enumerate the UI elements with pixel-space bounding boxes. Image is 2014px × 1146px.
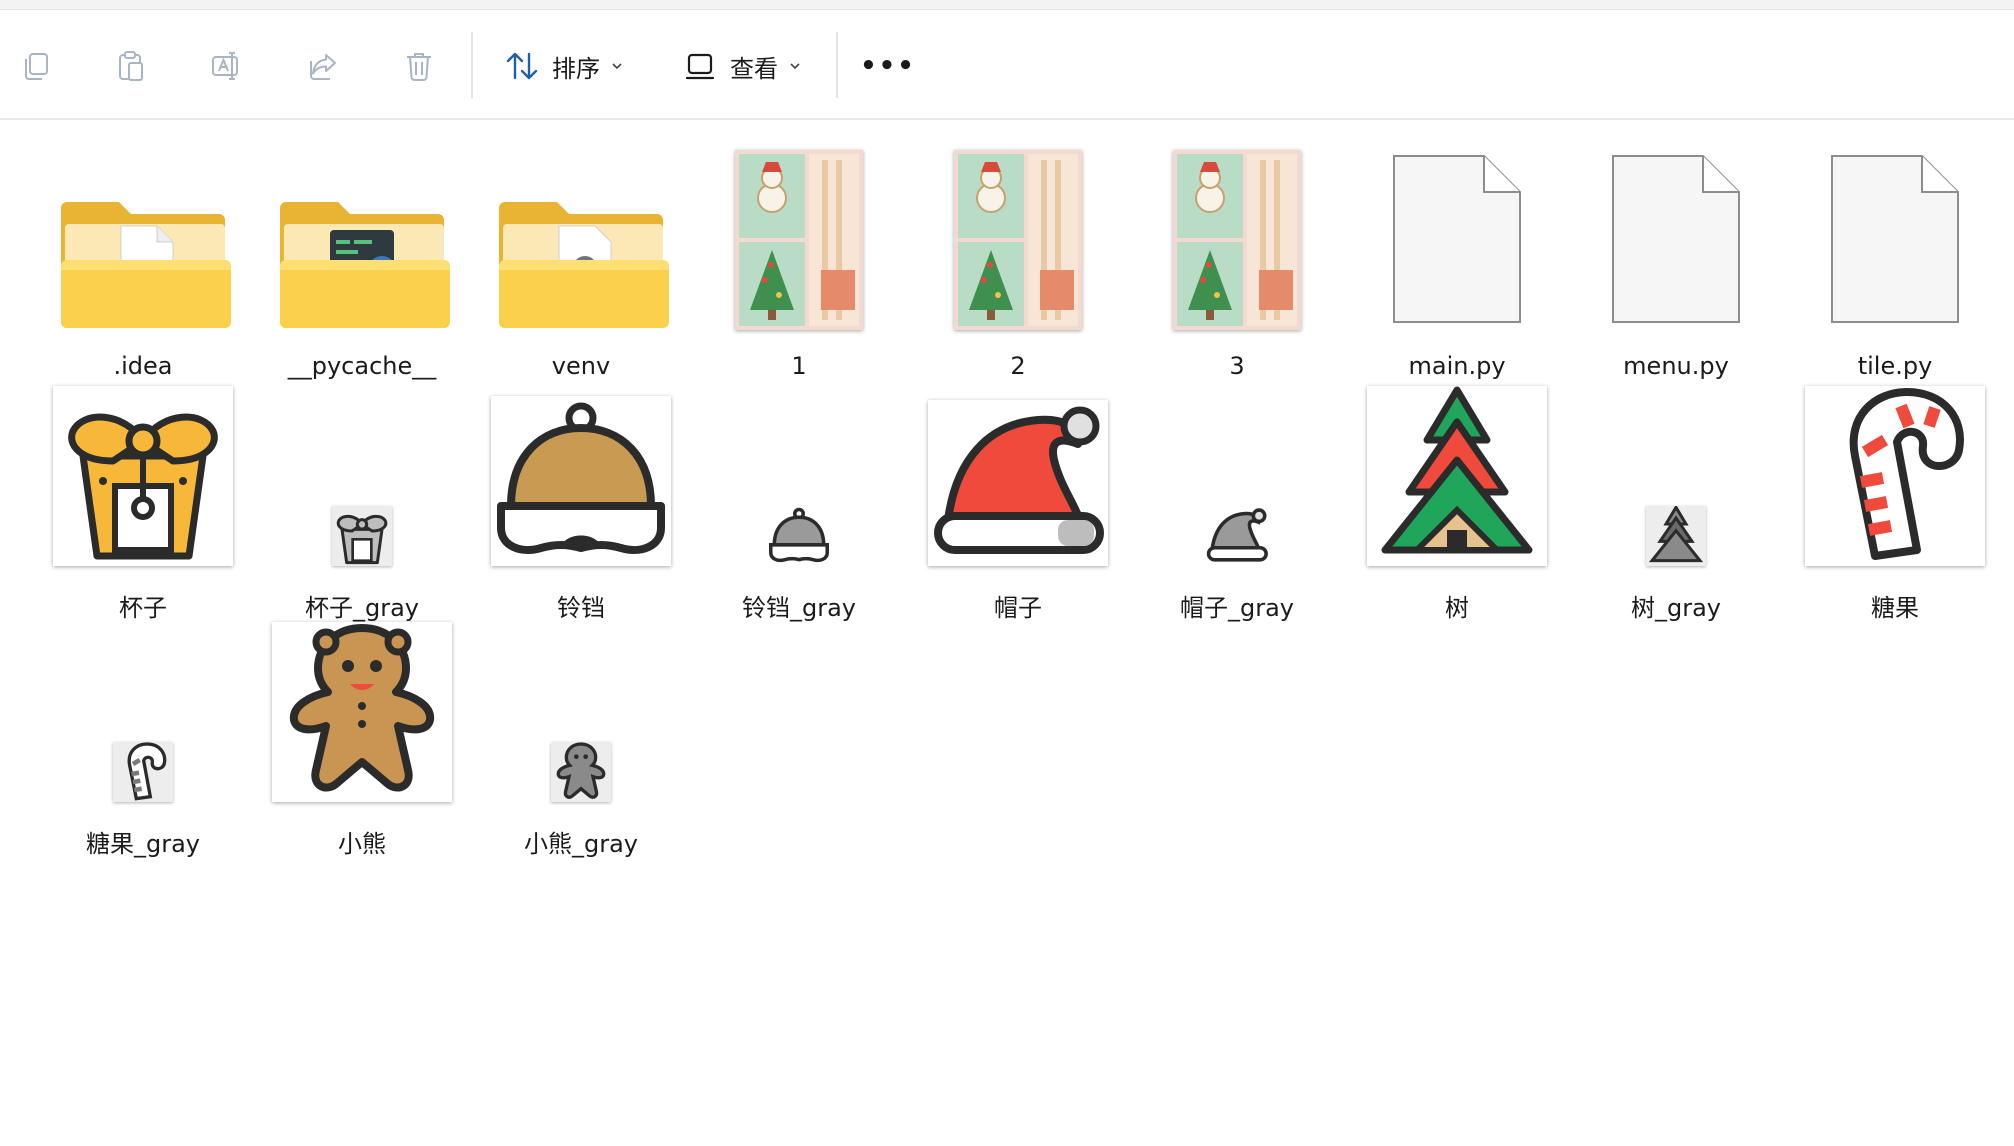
- toolbar-separator: [836, 32, 838, 98]
- file-name: 糖果: [1871, 594, 1919, 622]
- gingerbread-bear-gray-icon: [551, 742, 611, 802]
- image-item-candy[interactable]: 糖果: [1790, 376, 2000, 622]
- gingerbread-bear-icon: [272, 622, 452, 802]
- rename-icon: [212, 52, 238, 80]
- sort-icon: [502, 46, 542, 86]
- image-item-1[interactable]: 1: [694, 140, 904, 380]
- file-item-menu-py[interactable]: menu.py: [1571, 140, 1781, 380]
- image-item-hat[interactable]: 帽子: [913, 376, 1123, 622]
- tree-icon: [1367, 386, 1547, 566]
- file-name: 铃铛_gray: [741, 594, 856, 622]
- toolbar-separator: [471, 32, 473, 98]
- sort-label: 排序: [552, 54, 600, 83]
- santa-hat-icon: [928, 400, 1108, 566]
- file-name: 小熊: [338, 830, 386, 858]
- file-name: 帽子: [994, 594, 1042, 622]
- image-item-cup-gray[interactable]: 杯子_gray: [257, 376, 467, 622]
- copy-icon: [25, 53, 48, 80]
- file-name: 帽子_gray: [1179, 594, 1294, 622]
- more-options-button[interactable]: •••: [858, 38, 918, 94]
- file-name: 糖果_gray: [85, 830, 200, 858]
- cup-gray-icon: [332, 506, 392, 566]
- bell-icon: [491, 396, 671, 566]
- file-name: 树_gray: [1630, 594, 1721, 622]
- paste-icon: [119, 51, 143, 81]
- folder-icon: [257, 140, 467, 350]
- image-item-bear[interactable]: 小熊: [257, 612, 467, 858]
- image-item-2[interactable]: 2: [913, 140, 1123, 380]
- view-icon: [680, 46, 720, 86]
- image-item-hat-gray[interactable]: 帽子_gray: [1132, 376, 1342, 622]
- file-icon: [1571, 140, 1781, 350]
- file-item-main-py[interactable]: main.py: [1352, 140, 1562, 380]
- more-icon: •••: [860, 51, 916, 81]
- image-item-cup[interactable]: 杯子: [38, 376, 248, 622]
- poster-thumbnail: [954, 150, 1082, 330]
- cup-icon: [53, 386, 233, 566]
- delete-button[interactable]: [391, 38, 447, 94]
- chevron-down-icon: [610, 59, 624, 73]
- rename-button[interactable]: [199, 38, 255, 94]
- candy-cane-icon: [1805, 386, 1985, 566]
- folder-icon: [476, 140, 686, 350]
- poster-thumbnail: [735, 150, 863, 330]
- title-strip: [0, 0, 2014, 10]
- share-button[interactable]: [295, 38, 351, 94]
- folder-icon: [38, 140, 248, 350]
- folder-item-idea[interactable]: .idea: [38, 140, 248, 380]
- copy-button[interactable]: [8, 38, 64, 94]
- file-name: 小熊_gray: [523, 830, 638, 858]
- view-menu-button[interactable]: 查看: [680, 38, 802, 94]
- image-item-tree[interactable]: 树: [1352, 376, 1562, 622]
- image-item-bell-gray[interactable]: 铃铛_gray: [694, 376, 904, 622]
- image-item-bell[interactable]: 铃铛: [476, 376, 686, 622]
- bell-gray-icon: [767, 506, 831, 566]
- share-icon: [310, 54, 336, 80]
- delete-icon: [407, 53, 431, 81]
- tree-gray-icon: [1646, 504, 1706, 566]
- chevron-down-icon: [788, 59, 802, 73]
- image-item-3[interactable]: 3: [1132, 140, 1342, 380]
- command-bar: 排序 查看 •••: [0, 10, 2014, 120]
- file-icon: [1352, 140, 1562, 350]
- view-label: 查看: [730, 54, 778, 83]
- sort-menu-button[interactable]: 排序: [502, 38, 624, 94]
- file-icon: [1790, 140, 2000, 350]
- image-item-bear-gray[interactable]: 小熊_gray: [476, 612, 686, 858]
- file-name: 树: [1445, 594, 1469, 622]
- folder-item-venv[interactable]: venv: [476, 140, 686, 380]
- image-item-tree-gray[interactable]: 树_gray: [1571, 376, 1781, 622]
- paste-button[interactable]: [103, 38, 159, 94]
- poster-thumbnail: [1173, 150, 1301, 330]
- folder-item-pycache[interactable]: __pycache__: [257, 140, 467, 380]
- file-item-tile-py[interactable]: tile.py: [1790, 140, 2000, 380]
- santa-hat-gray-icon: [1205, 506, 1269, 566]
- candy-cane-gray-icon: [113, 742, 173, 802]
- image-item-candy-gray[interactable]: 糖果_gray: [38, 612, 248, 858]
